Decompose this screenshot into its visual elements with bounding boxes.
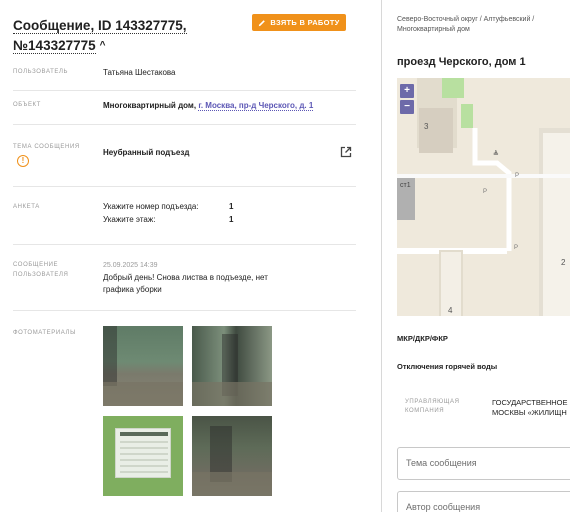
message-text-line1: Добрый день! Снова листва в подъезде, не… bbox=[103, 273, 268, 282]
management-label-line1: УПРАВЛЯЮЩАЯ bbox=[405, 399, 460, 405]
message-author-input[interactable]: Автор сообщения bbox=[397, 491, 570, 512]
message-label-1: СООБЩЕНИЕ bbox=[13, 262, 59, 268]
management-label-line2: КОМПАНИЯ bbox=[405, 408, 445, 414]
user-message-row: СООБЩЕНИЕ ПОЛЬЗОВАТЕЛЯ 25.09.2025 14:39 … bbox=[13, 245, 356, 311]
survey-question-1: Укажите номер подъезда: bbox=[103, 202, 199, 211]
topic-value: Неубранный подъезд bbox=[103, 148, 190, 157]
photo-thumbnail-2[interactable] bbox=[192, 326, 272, 406]
pencil-icon bbox=[259, 19, 266, 26]
photo-floor bbox=[192, 472, 272, 496]
take-to-work-button[interactable]: ВЗЯТЬ В РАБОТУ bbox=[252, 14, 346, 31]
message-topic-input[interactable]: Тема сообщения bbox=[397, 447, 570, 480]
photo-detail bbox=[103, 326, 117, 386]
hot-water-section: Отключения горячей воды bbox=[397, 362, 498, 371]
map-parking-icon: P bbox=[514, 245, 519, 251]
user-value: Татьяна Шестакова bbox=[103, 68, 176, 77]
message-label-2: ПОЛЬЗОВАТЕЛЯ bbox=[13, 272, 69, 278]
object-row: ОБЪЕКТ Многоквартирный дом, г. Москва, п… bbox=[13, 91, 356, 125]
object-type: Многоквартирный дом, bbox=[103, 101, 197, 110]
chevron-up-icon[interactable]: ^ bbox=[100, 36, 106, 56]
map-label-4: 4 bbox=[448, 306, 453, 315]
user-label: ПОЛЬЗОВАТЕЛЬ bbox=[13, 69, 69, 75]
map-parking-icon: P bbox=[483, 189, 488, 195]
survey-answer-1: 1 bbox=[229, 202, 234, 211]
map-zoom-in-button[interactable]: + bbox=[400, 84, 414, 98]
photos-label: ФОТОМАТЕРИАЛЫ bbox=[13, 330, 76, 336]
photo-thumbnail-1[interactable] bbox=[103, 326, 183, 406]
object-value: Многоквартирный дом, г. Москва, пр-д Чер… bbox=[103, 100, 314, 112]
photo-thumbnail-3[interactable] bbox=[103, 416, 183, 496]
map-marker-icon: ≜ bbox=[493, 151, 499, 158]
map-label-3: 3 bbox=[424, 122, 429, 131]
take-to-work-label: ВЗЯТЬ В РАБОТУ bbox=[270, 18, 340, 27]
object-info-panel: Северо-Восточный округ / Алтуфьевский / … bbox=[382, 0, 570, 512]
map-canvas bbox=[397, 78, 570, 316]
object-address-link[interactable]: г. Москва, пр-д Черского, д. 1 bbox=[198, 101, 314, 111]
object-label: ОБЪЕКТ bbox=[13, 102, 41, 108]
breadcrumb: Северо-Восточный округ / Алтуфьевский / … bbox=[397, 15, 570, 35]
map-label-ct1: ст1 bbox=[400, 182, 411, 189]
map-zoom-out-button[interactable]: − bbox=[400, 100, 414, 114]
user-row: ПОЛЬЗОВАТЕЛЬ Татьяна Шестакова bbox=[13, 60, 356, 91]
open-external-icon[interactable] bbox=[340, 146, 352, 158]
breadcrumb-line2: Многоквартирный дом bbox=[397, 26, 470, 33]
photo-thumbnail-4[interactable] bbox=[192, 416, 272, 496]
title-line2: №143327775 bbox=[13, 38, 96, 54]
survey-label: АНКЕТА bbox=[13, 204, 40, 210]
management-company-label: УПРАВЛЯЮЩАЯ КОМПАНИЯ bbox=[405, 398, 460, 416]
survey-question-2: Укажите этаж: bbox=[103, 215, 156, 224]
title-line1: Сообщение, ID 143327775, bbox=[13, 18, 187, 34]
breadcrumb-line1: Северо-Восточный округ / Алтуфьевский / bbox=[397, 16, 535, 23]
message-details-panel: Сообщение, ID 143327775, №143327775 ^ ВЗЯ… bbox=[0, 0, 369, 512]
topic-label: ТЕМА СООБЩЕНИЯ bbox=[13, 144, 80, 150]
photo-floor bbox=[103, 382, 183, 406]
survey-row: АНКЕТА Укажите номер подъезда: 1 Укажите… bbox=[13, 187, 356, 245]
management-value-line2: МОСКВЫ «ЖИЛИЩН bbox=[492, 408, 567, 417]
management-value-line1: ГОСУДАРСТВЕННОЕ bbox=[492, 398, 568, 407]
warning-icon: ! bbox=[17, 155, 29, 167]
object-address-title: проезд Черского, дом 1 bbox=[397, 56, 526, 68]
message-text-line2: графика уборки bbox=[103, 285, 162, 294]
map[interactable]: + − 3 ст1 4 2 P P P ≜ bbox=[397, 78, 570, 316]
map-parking-icon: P bbox=[515, 173, 520, 179]
photo-floor bbox=[192, 382, 272, 406]
message-date: 25.09.2025 14:39 bbox=[103, 262, 158, 269]
message-title[interactable]: Сообщение, ID 143327775, №143327775 ^ bbox=[13, 16, 243, 56]
capital-repair-section: МКР/ДКР/ФКР bbox=[397, 334, 448, 343]
survey-answer-2: 1 bbox=[229, 215, 234, 224]
topic-row: ТЕМА СООБЩЕНИЯ ! Неубранный подъезд bbox=[13, 125, 356, 187]
photo-notice-board bbox=[115, 428, 171, 478]
map-label-2: 2 bbox=[561, 258, 566, 267]
management-company-value: ГОСУДАРСТВЕННОЕ МОСКВЫ «ЖИЛИЩН bbox=[492, 398, 568, 418]
